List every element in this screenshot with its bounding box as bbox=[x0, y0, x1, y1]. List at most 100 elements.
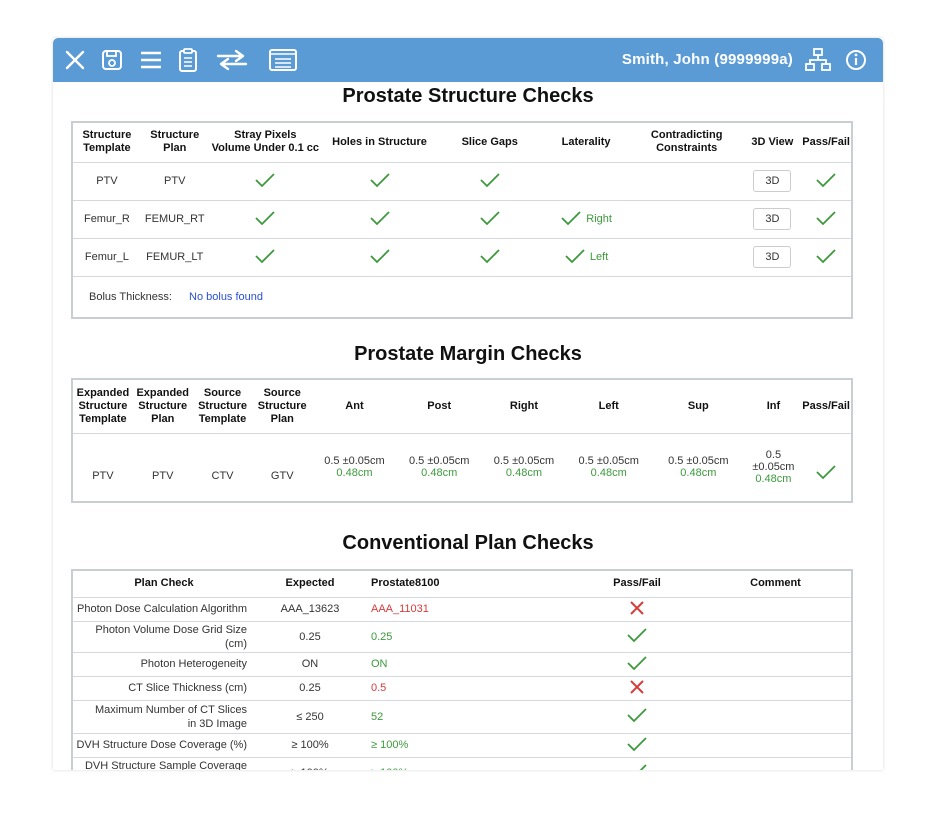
plan-check-name: Photon Volume Dose Grid Size (cm) bbox=[72, 620, 255, 652]
check-icon bbox=[815, 464, 837, 483]
check-icon bbox=[254, 248, 276, 267]
holes-cell bbox=[321, 237, 438, 276]
contradicting-cell bbox=[629, 199, 744, 238]
template-cell: Femur_L bbox=[72, 237, 141, 276]
document-icon[interactable] bbox=[267, 46, 299, 74]
check-icon bbox=[564, 248, 586, 267]
swap-icon[interactable] bbox=[215, 46, 249, 74]
expected-cell: AAA_13623 bbox=[255, 596, 365, 621]
check-icon bbox=[815, 172, 837, 191]
check-icon bbox=[369, 172, 391, 191]
actual-cell: 0.25 bbox=[365, 620, 492, 652]
comment-cell bbox=[700, 756, 852, 770]
stray-cell bbox=[208, 199, 322, 238]
check-icon bbox=[626, 655, 648, 674]
table-row: PTV PTV CTV GTV 0.5 ±0.05cm 0.48cm 0.5 ±0… bbox=[72, 432, 852, 502]
check-icon bbox=[626, 627, 648, 646]
pass-fail-cell bbox=[801, 237, 852, 276]
info-icon[interactable] bbox=[844, 46, 868, 74]
col-header: Structure Template bbox=[82, 129, 132, 155]
col-header: Contradicting Constraints bbox=[650, 129, 723, 155]
col-header: Holes in Structure bbox=[332, 135, 427, 148]
plan-cell: PTV bbox=[140, 161, 209, 200]
3d-view-button[interactable]: 3D bbox=[753, 208, 792, 230]
status-cell bbox=[574, 675, 700, 700]
inf-measured: 0.48cm bbox=[755, 473, 792, 485]
plan-check-name: DVH Structure Dose Coverage (%) bbox=[72, 732, 255, 757]
check-icon bbox=[254, 210, 276, 229]
view-cell: 3D bbox=[743, 237, 802, 276]
contradicting-cell bbox=[629, 161, 744, 200]
table-row: Femur_L FEMUR_LT Left 3D bbox=[72, 237, 852, 276]
laterality-cell: Right bbox=[542, 199, 630, 238]
3d-view-button[interactable]: 3D bbox=[753, 246, 792, 268]
table-row: PTV PTV 3D bbox=[72, 161, 852, 200]
plan-check-name: CT Slice Thickness (cm) bbox=[72, 675, 255, 700]
plan-cell: FEMUR_LT bbox=[140, 237, 209, 276]
laterality-value: Right bbox=[586, 213, 612, 225]
sup-measured: 0.48cm bbox=[680, 467, 717, 479]
3d-view-button[interactable]: 3D bbox=[753, 170, 792, 192]
gaps-cell bbox=[437, 161, 543, 200]
col-header: Inf bbox=[766, 399, 781, 412]
col-header: Right bbox=[509, 399, 539, 412]
expected-cell: ≤ 250 bbox=[255, 699, 365, 733]
pass-fail-cell bbox=[801, 199, 852, 238]
status-cell bbox=[574, 596, 700, 621]
close-icon[interactable] bbox=[63, 46, 87, 74]
src-plan: GTV bbox=[252, 432, 313, 502]
network-icon[interactable] bbox=[805, 46, 831, 74]
view-cell: 3D bbox=[743, 199, 802, 238]
src-template: CTV bbox=[192, 432, 253, 502]
main-panel: Smith, John (9999999a) Prostate Structur… bbox=[53, 38, 883, 770]
check-icon bbox=[369, 248, 391, 267]
right-cell: 0.5 ±0.05cm 0.48cm bbox=[481, 432, 567, 502]
col-header: Pass/Fail bbox=[802, 135, 850, 148]
check-icon bbox=[479, 248, 501, 267]
clipboard-icon[interactable] bbox=[177, 46, 199, 74]
post-expected: 0.5 ±0.05cm bbox=[408, 455, 470, 467]
plan-cell: FEMUR_RT bbox=[140, 199, 209, 238]
template-cell: Femur_R bbox=[72, 199, 141, 238]
inf-cell: 0.5 ±0.05cm 0.48cm bbox=[745, 432, 802, 502]
post-cell: 0.5 ±0.05cm 0.48cm bbox=[396, 432, 482, 502]
sup-expected: 0.5 ±0.05cm bbox=[668, 455, 729, 467]
plan-check-name: Photon Heterogeneity bbox=[72, 651, 255, 676]
col-header: Prostate8100 bbox=[371, 577, 440, 590]
left-expected: 0.5 ±0.05cm bbox=[578, 455, 639, 467]
table-row: DVH Structure Sample Coverage (%)≥ 100%≥… bbox=[72, 756, 852, 770]
plan-check-name: DVH Structure Sample Coverage (%) bbox=[72, 756, 255, 770]
comment-cell bbox=[700, 651, 852, 676]
status-cell bbox=[574, 699, 700, 733]
col-header: Stray Pixels Volume Under 0.1 cc bbox=[211, 129, 319, 155]
contradicting-cell bbox=[629, 237, 744, 276]
ant-measured: 0.48cm bbox=[336, 467, 373, 479]
expected-cell: ≥ 100% bbox=[255, 756, 365, 770]
bolus-value: No bolus found bbox=[189, 290, 264, 303]
col-header: Expanded Structure Template bbox=[76, 386, 130, 425]
margin-checks-title: Prostate Margin Checks bbox=[354, 343, 582, 365]
comment-cell bbox=[700, 620, 852, 652]
col-header: Structure Plan bbox=[150, 129, 200, 155]
table-row: CT Slice Thickness (cm) 0.25 0.5 bbox=[72, 675, 852, 700]
col-header: Sup bbox=[687, 399, 709, 412]
expected-cell: ≥ 100% bbox=[255, 732, 365, 757]
template-cell: PTV bbox=[72, 161, 141, 200]
col-header: Slice Gaps bbox=[461, 135, 518, 148]
comment-cell bbox=[700, 699, 852, 733]
save-icon[interactable] bbox=[100, 46, 124, 74]
expected-cell: ON bbox=[255, 651, 365, 676]
laterality-value: Left bbox=[589, 251, 609, 263]
table-row: Photon Heterogeneity ON ON bbox=[72, 651, 852, 676]
menu-icon[interactable] bbox=[139, 46, 163, 74]
cross-icon bbox=[629, 679, 645, 698]
col-header: Ant bbox=[345, 399, 364, 412]
table-row: Photon Dose Calculation Algorithm AAA_136… bbox=[72, 596, 852, 621]
bolus-label: Bolus Thickness: bbox=[89, 290, 172, 303]
stray-cell bbox=[208, 161, 322, 200]
structure-checks-table: Structure Template Structure Plan Stray … bbox=[71, 121, 853, 319]
actual-cell: 52 bbox=[365, 699, 492, 733]
holes-cell bbox=[321, 199, 438, 238]
table-row: Femur_R FEMUR_RT Right 3D bbox=[72, 199, 852, 238]
col-header: Pass/Fail bbox=[802, 399, 850, 412]
